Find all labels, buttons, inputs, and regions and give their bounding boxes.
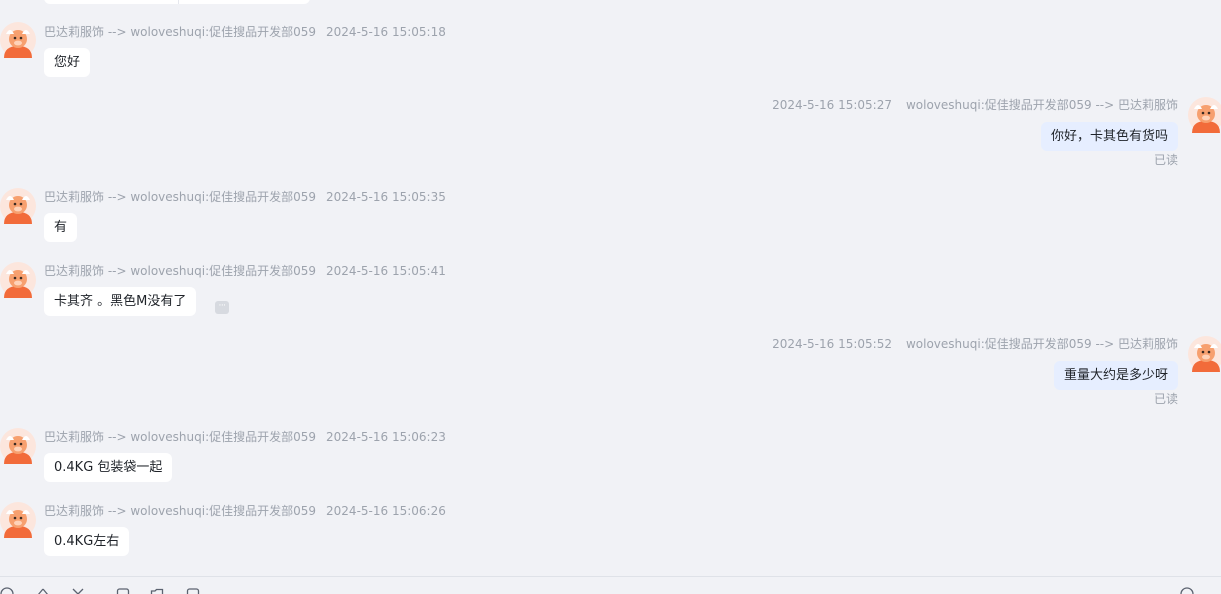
- avatar-icon: [0, 502, 36, 538]
- message-bubble[interactable]: 0.4KG 包装袋一起: [44, 453, 173, 482]
- message-bubble[interactable]: 有: [44, 213, 78, 242]
- help-icon[interactable]: [1180, 587, 1194, 594]
- timestamp: 2024-5-16 15:06:26: [326, 504, 446, 518]
- chat-icon[interactable]: [186, 587, 200, 594]
- avatar-icon: [1188, 97, 1221, 133]
- sender-label: woloveshuqi:促佳搜品开发部059 --> 巴达莉服饰: [905, 98, 1178, 112]
- sender-label: 巴达莉服饰 --> woloveshuqi:促佳搜品开发部059: [44, 504, 317, 518]
- previous-message-card: [44, 0, 310, 4]
- message-bubble[interactable]: 你好，卡其色有货吗: [1040, 122, 1178, 151]
- timestamp: 2024-5-16 15:05:35: [326, 190, 446, 204]
- avatar-icon: [0, 428, 36, 464]
- arrow-up-icon[interactable]: [36, 587, 50, 594]
- timestamp: 2024-5-16 15:05:52: [772, 337, 892, 351]
- avatar-icon: [0, 22, 36, 58]
- sender-label: 巴达莉服饰 --> woloveshuqi:促佳搜品开发部059: [44, 430, 317, 444]
- message-bubble[interactable]: 重量大约是多少呀: [1053, 361, 1178, 390]
- message-meta: 2024-5-16 15:05:52 woloveshuqi:促佳搜品开发部059…: [772, 336, 1178, 352]
- scissors-icon[interactable]: [71, 587, 85, 594]
- sender-label: 巴达莉服饰 --> woloveshuqi:促佳搜品开发部059: [44, 264, 317, 278]
- message-bubble[interactable]: 您好: [44, 48, 91, 77]
- timestamp: 2024-5-16 15:05:41: [326, 264, 446, 278]
- folder-icon[interactable]: [150, 587, 164, 594]
- avatar[interactable]: [0, 188, 36, 224]
- chat-history: 巴达莉服饰 --> woloveshuqi:促佳搜品开发部059 2024-5-1…: [0, 0, 1221, 594]
- sender-label: 巴达莉服饰 --> woloveshuqi:促佳搜品开发部059: [44, 25, 317, 39]
- avatar-icon: [1188, 336, 1221, 372]
- message-meta: 巴达莉服饰 --> woloveshuqi:促佳搜品开发部059 2024-5-1…: [44, 24, 446, 40]
- avatar[interactable]: [0, 502, 36, 538]
- avatar[interactable]: [0, 262, 36, 298]
- timestamp: 2024-5-16 15:05:27: [772, 98, 892, 112]
- avatar[interactable]: [1188, 97, 1221, 133]
- sender-label: 巴达莉服饰 --> woloveshuqi:促佳搜品开发部059: [44, 190, 317, 204]
- input-toolbar: [0, 576, 1221, 594]
- emoji-icon[interactable]: [0, 587, 14, 594]
- message-meta: 巴达莉服饰 --> woloveshuqi:促佳搜品开发部059 2024-5-1…: [44, 429, 446, 445]
- read-status: 已读: [1153, 153, 1178, 167]
- sender-label: woloveshuqi:促佳搜品开发部059 --> 巴达莉服饰: [905, 337, 1178, 351]
- avatar[interactable]: [0, 428, 36, 464]
- avatar-icon: [0, 262, 36, 298]
- more-options-button[interactable]: ···: [215, 301, 229, 314]
- message-bubble[interactable]: 0.4KG左右: [44, 527, 130, 556]
- avatar[interactable]: [0, 22, 36, 58]
- message-meta: 巴达莉服饰 --> woloveshuqi:促佳搜品开发部059 2024-5-1…: [44, 263, 446, 279]
- message-meta: 巴达莉服饰 --> woloveshuqi:促佳搜品开发部059 2024-5-1…: [44, 503, 446, 519]
- timestamp: 2024-5-16 15:05:18: [326, 25, 446, 39]
- read-status: 已读: [1153, 392, 1178, 406]
- message-bubble[interactable]: 卡其齐 。黑色M没有了: [44, 287, 197, 316]
- message-meta: 巴达莉服饰 --> woloveshuqi:促佳搜品开发部059 2024-5-1…: [44, 189, 446, 205]
- message-meta: 2024-5-16 15:05:27 woloveshuqi:促佳搜品开发部059…: [772, 97, 1178, 113]
- image-icon[interactable]: [116, 587, 130, 594]
- avatar-icon: [0, 188, 36, 224]
- avatar[interactable]: [1188, 336, 1221, 372]
- timestamp: 2024-5-16 15:06:23: [326, 430, 446, 444]
